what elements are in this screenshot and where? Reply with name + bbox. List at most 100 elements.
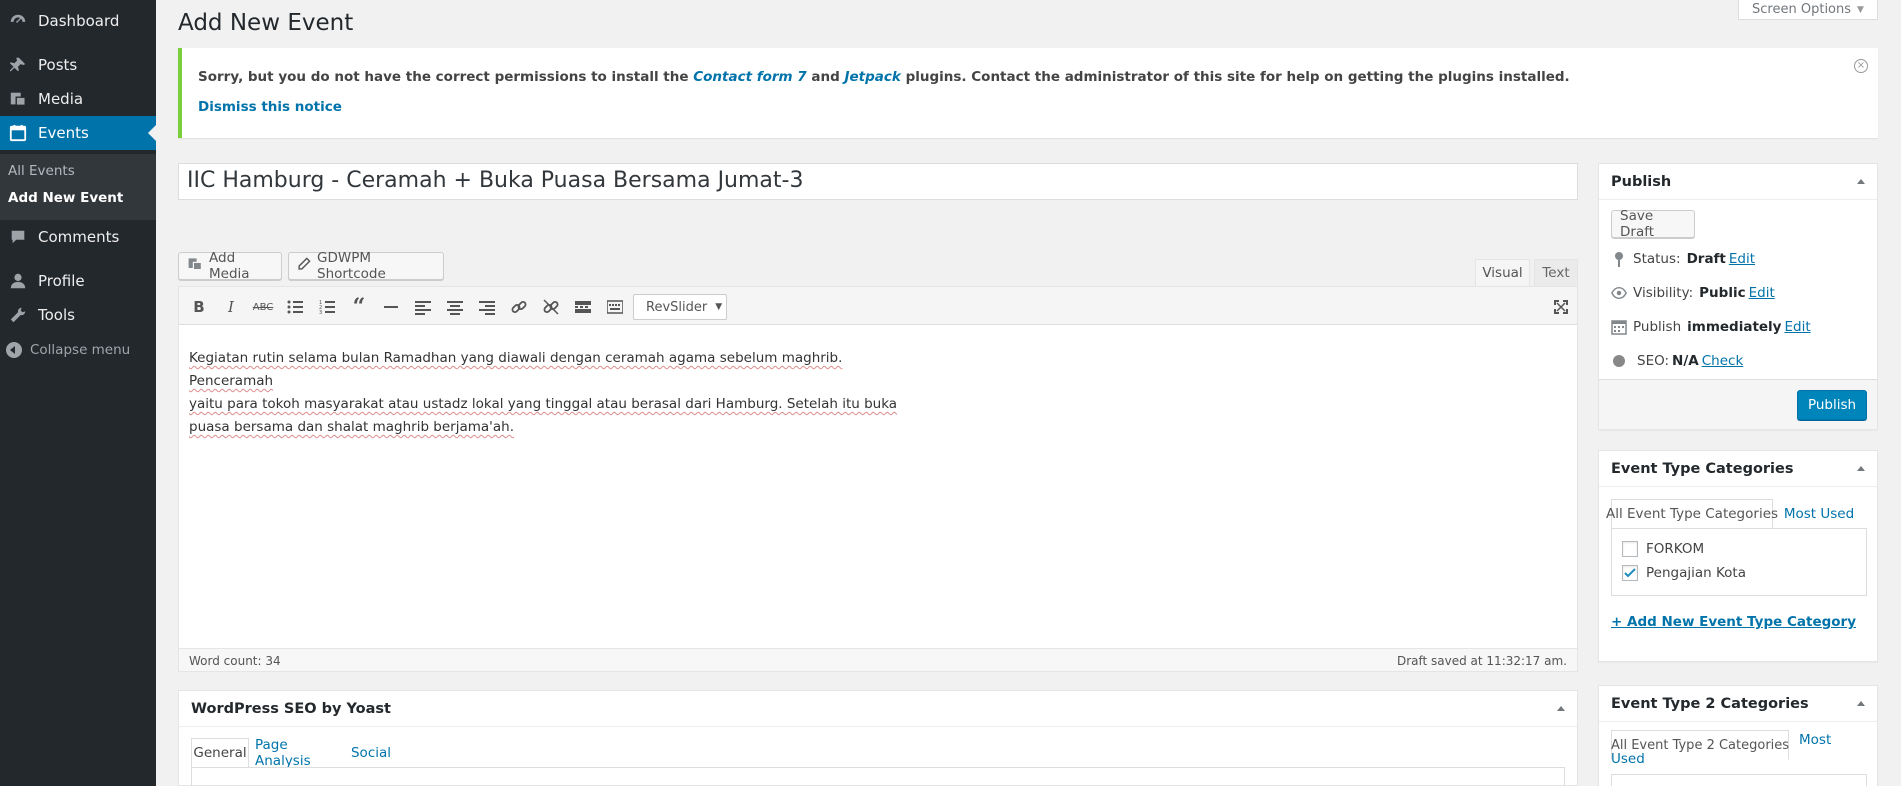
word-count: Word count: 34 [189, 654, 281, 668]
yoast-seo-box: WordPress SEO by Yoast General Page Anal… [178, 690, 1578, 786]
checkmark-icon [1624, 568, 1636, 578]
sidebar-item-label: Media [38, 90, 84, 108]
blockquote-icon[interactable]: “ [349, 294, 369, 320]
fullscreen-icon[interactable] [1551, 297, 1571, 317]
toolbar-toggle-icon[interactable] [605, 297, 625, 317]
category-label: Pengajian Kota [1646, 565, 1746, 581]
unlink-icon[interactable] [541, 297, 561, 317]
admin-sidebar: Dashboard Posts Media Events All Events … [0, 0, 156, 786]
revslider-dropdown[interactable]: RevSlider ▼ [633, 294, 727, 320]
sidebar-item-profile[interactable]: Profile [0, 264, 156, 298]
tab-text[interactable]: Text [1534, 259, 1578, 287]
gdwpm-shortcode-button[interactable]: GDWPM Shortcode [288, 250, 444, 282]
collapse-arrow-icon [6, 342, 22, 358]
sidebar-item-media[interactable]: Media [0, 82, 156, 116]
numbered-list-icon[interactable]: 123 [317, 297, 337, 317]
category-label: FORKOM [1646, 541, 1705, 557]
forkom-checkbox[interactable] [1622, 541, 1638, 557]
collapse-menu-button[interactable]: Collapse menu [0, 340, 130, 360]
draft-saved-status: Draft saved at 11:32:17 am. [1396, 654, 1567, 668]
sidebar-item-events[interactable]: Events [0, 116, 156, 150]
tab-page-analysis[interactable]: Page Analysis [255, 737, 343, 769]
align-center-icon[interactable] [445, 297, 465, 317]
editor-content[interactable]: Kegiatan rutin selama bulan Ramadhan yan… [189, 347, 919, 439]
edit-publish-time-link[interactable]: Edit [1784, 319, 1810, 335]
publish-time-row: Publish immediately Edit [1611, 316, 1811, 338]
eye-icon [1611, 285, 1627, 301]
collapse-menu-label: Collapse menu [30, 342, 131, 358]
close-icon[interactable]: × [1854, 59, 1868, 73]
sidebar-item-tools[interactable]: Tools [0, 298, 156, 332]
add-media-label: Add Media [209, 250, 250, 282]
dismiss-notice-link[interactable]: Dismiss this notice [198, 99, 342, 115]
svg-text:3: 3 [319, 310, 322, 315]
notice-text: and [806, 69, 845, 85]
category-item-pengajian-kota[interactable]: Pengajian Kota [1622, 565, 1746, 581]
collapse-arrow-icon[interactable] [1857, 701, 1865, 706]
collapse-arrow-icon[interactable] [1557, 706, 1565, 711]
caret-down-icon: ▼ [715, 302, 723, 312]
bullet-list-icon[interactable] [285, 297, 305, 317]
seo-score-dot-icon [1611, 353, 1627, 369]
notice-message: Sorry, but you do not have the correct p… [198, 69, 1570, 85]
tab-social[interactable]: Social [349, 738, 393, 768]
bold-icon[interactable]: B [189, 297, 209, 317]
horizontal-line-icon[interactable] [381, 297, 401, 317]
strikethrough-icon[interactable]: ABC [253, 297, 274, 317]
event-type-categories-title[interactable]: Event Type Categories [1599, 451, 1877, 487]
tab-most-used-label: Most [1799, 732, 1832, 748]
category-item-forkom[interactable]: FORKOM [1622, 541, 1704, 557]
revslider-label: RevSlider [646, 299, 708, 315]
save-draft-button[interactable]: Save Draft [1611, 208, 1695, 240]
yoast-seo-title[interactable]: WordPress SEO by Yoast [179, 691, 1577, 727]
sidebar-item-posts[interactable]: Posts [0, 48, 156, 82]
contact-form-7-link[interactable]: Contact form 7 [693, 69, 806, 85]
tab-general[interactable]: General [191, 738, 249, 768]
sidebar-item-label: Dashboard [38, 12, 120, 30]
edit-status-link[interactable]: Edit [1729, 251, 1755, 267]
italic-icon[interactable]: I [221, 297, 241, 317]
visibility-label: Visibility: [1633, 285, 1694, 301]
status-label: Status: [1633, 251, 1681, 267]
tab-most-used-label: Used [1611, 751, 1645, 767]
sidebar-item-dashboard[interactable]: Dashboard [0, 4, 156, 38]
add-new-event-type-category-link[interactable]: + Add New Event Type Category [1611, 614, 1856, 630]
seo-check-link[interactable]: Check [1702, 353, 1744, 369]
publish-button[interactable]: Publish [1797, 390, 1867, 420]
page-title: Add New Event [178, 10, 354, 36]
status-row: Status: Draft Edit [1611, 248, 1755, 270]
jetpack-link[interactable]: Jetpack [845, 69, 901, 85]
add-media-button[interactable]: Add Media [178, 250, 282, 282]
notice-text: Sorry, but you do not have the correct p… [198, 69, 694, 85]
collapse-arrow-icon[interactable] [1857, 179, 1865, 184]
post-title-input[interactable]: IIC Hamburg - Ceramah + Buka Puasa Bersa… [178, 163, 1578, 200]
media-icon [6, 90, 30, 108]
publish-actions: Publish [1599, 379, 1877, 429]
pengajian-kota-checkbox[interactable] [1622, 565, 1638, 581]
align-right-icon[interactable] [477, 297, 497, 317]
screen-options-label: Screen Options [1752, 2, 1852, 17]
submenu-item-add-new-event[interactable]: Add New Event [8, 190, 123, 206]
align-left-icon[interactable] [413, 297, 433, 317]
submenu-item-all-events[interactable]: All Events [8, 163, 75, 179]
tab-all-event-type-categories[interactable]: All Event Type Categories [1606, 499, 1778, 529]
sidebar-item-label: Profile [38, 272, 85, 290]
link-icon[interactable] [509, 297, 529, 317]
event-type-2-categories-box: Event Type 2 Categories All Event Type 2… [1598, 685, 1878, 786]
event-type-2-categories-title[interactable]: Event Type 2 Categories [1599, 686, 1877, 722]
collapse-arrow-icon[interactable] [1857, 466, 1865, 471]
media-icon [187, 256, 203, 276]
tab-most-used[interactable]: Most Used [1781, 499, 1857, 529]
read-more-icon[interactable] [573, 297, 593, 317]
pin-icon [1611, 251, 1627, 267]
screen-options-button[interactable]: Screen Options ▼ [1738, 0, 1878, 20]
caret-down-icon: ▼ [1857, 4, 1864, 15]
tab-most-used[interactable]: Most [1799, 732, 1831, 748]
sidebar-item-comments[interactable]: Comments [0, 220, 156, 254]
visibility-value: Public [1699, 285, 1746, 301]
sidebar-item-label: Tools [38, 306, 75, 324]
seo-value: N/A [1672, 353, 1699, 369]
tab-visual[interactable]: Visual [1475, 259, 1530, 287]
publish-box-title[interactable]: Publish [1599, 164, 1877, 200]
edit-visibility-link[interactable]: Edit [1749, 285, 1775, 301]
